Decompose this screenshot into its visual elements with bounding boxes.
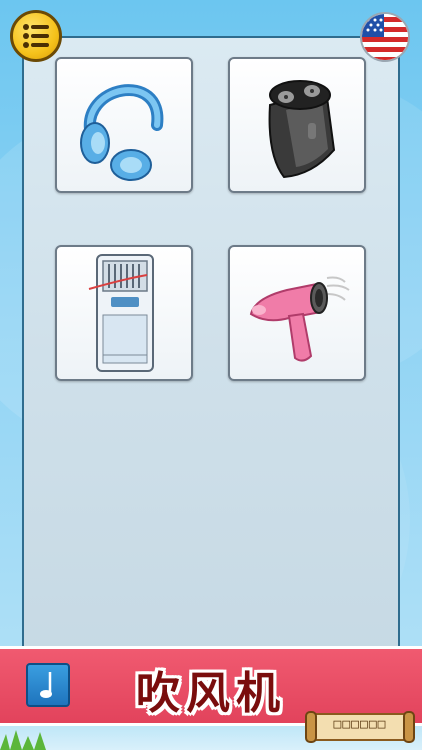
item-card-air-conditioner[interactable] [55,245,193,381]
menu-button[interactable] [10,10,62,62]
shaver-icon [268,80,336,179]
air-conditioner-icon [88,254,154,372]
language-button[interactable] [360,12,410,62]
us-flag-icon [362,14,408,60]
grass-icon [0,730,46,750]
item-card-electric-shaver[interactable] [228,57,366,193]
item-card-hair-dryer[interactable] [228,245,366,381]
progress-text: □□□□□□ [333,717,387,732]
hair-dryer-icon [249,276,350,362]
progress-scroll: □□□□□□ [304,710,416,744]
item-card-headphones[interactable] [55,57,193,193]
headphones-icon [80,84,164,181]
list-menu-icon [23,24,49,48]
